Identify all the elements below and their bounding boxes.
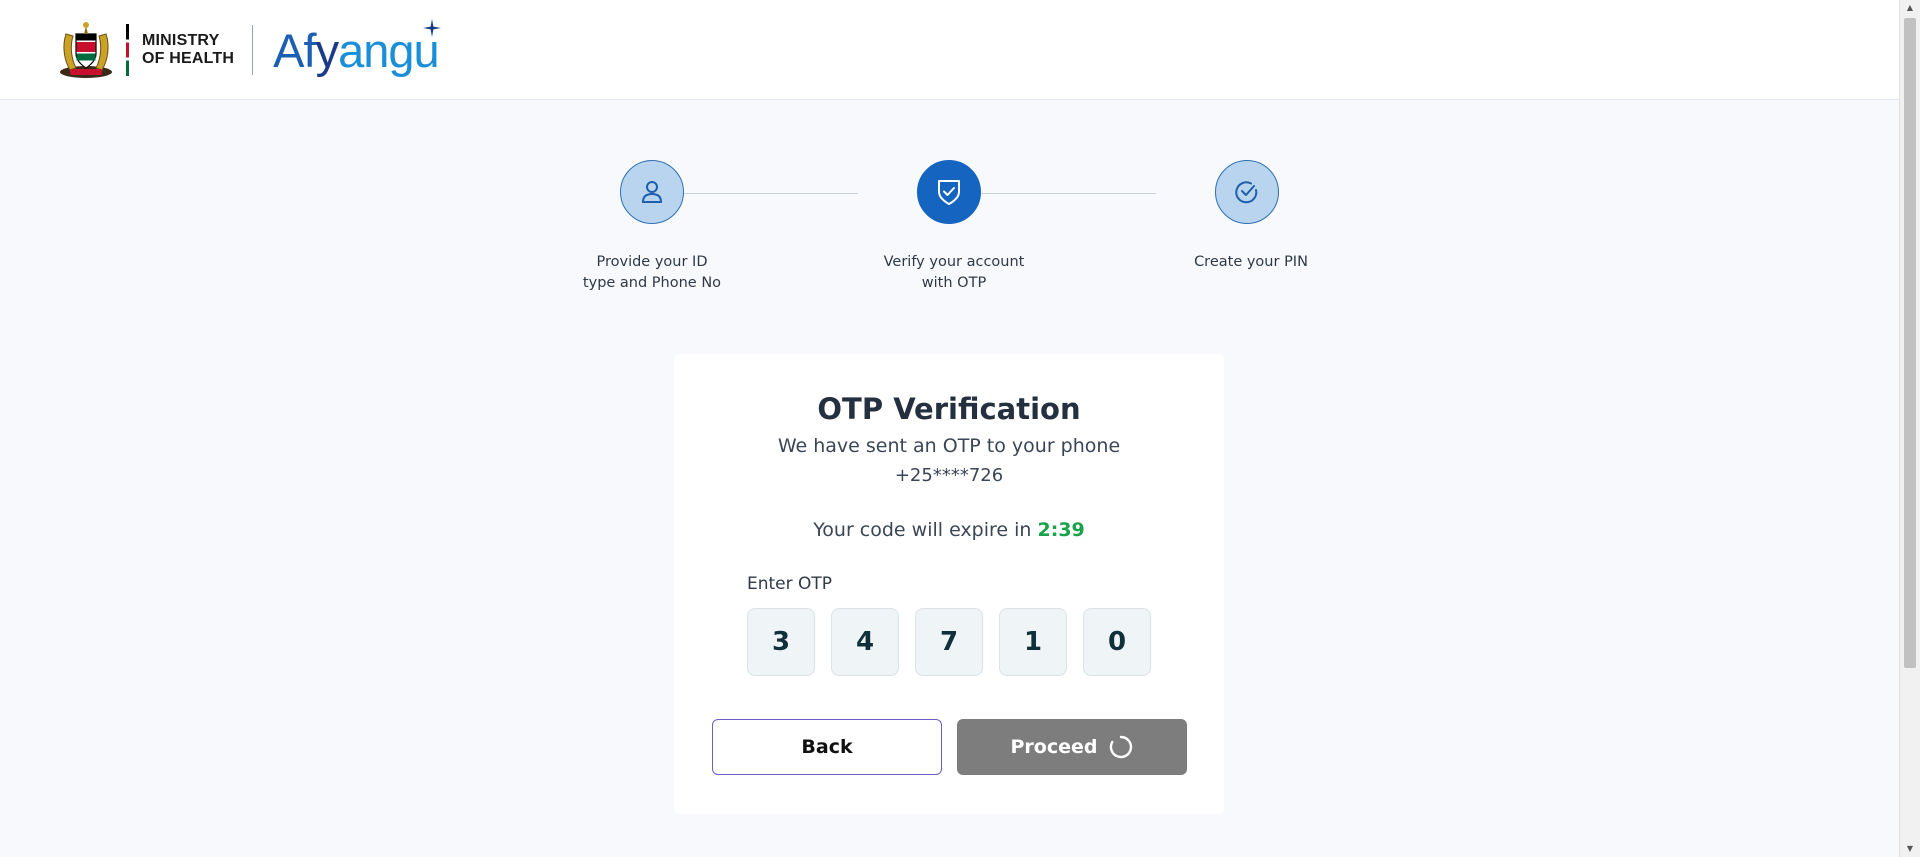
scrollbar-thumb[interactable]: [1904, 18, 1916, 668]
ministry-of-health-label: MINISTRY OF HEALTH: [142, 32, 235, 67]
kenya-flag-stripe: [126, 24, 129, 76]
step-connector: [954, 193, 1156, 194]
progress-stepper: Provide your ID type and Phone No Verify…: [560, 160, 1340, 300]
proceed-button[interactable]: Proceed: [957, 719, 1187, 775]
vertical-scrollbar[interactable]: ▲ ▼: [1899, 0, 1920, 857]
otp-digit-input[interactable]: 4: [831, 608, 899, 676]
step-2-label: Verify your account with OTP: [883, 254, 1025, 291]
back-button-label: Back: [801, 736, 853, 758]
step-1-label: Provide your ID type and Phone No: [582, 254, 722, 291]
logo-divider: [252, 25, 254, 75]
loading-spinner-icon: [1110, 735, 1133, 759]
shield-check-icon: [938, 180, 960, 205]
otp-verification-page: MINISTRY OF HEALTH Afyangu Provide your …: [0, 0, 1920, 857]
step-3-circle: [1215, 160, 1279, 224]
page-title: OTP Verification: [817, 392, 1081, 426]
step-2-circle: [917, 160, 981, 224]
countdown-timer: 2:39: [1037, 519, 1085, 541]
otp-digit-input[interactable]: 0: [1083, 608, 1151, 676]
back-button[interactable]: Back: [712, 719, 942, 775]
expiry-prefix: Your code will expire in: [813, 519, 1038, 541]
otp-input-group: 3 4 7 1 0: [747, 608, 1151, 676]
otp-digit-input[interactable]: 7: [915, 608, 983, 676]
check-circle-icon: [1235, 181, 1258, 204]
coat-of-arms-icon: [60, 22, 112, 78]
otp-digit-input[interactable]: 1: [999, 608, 1067, 676]
step-1-circle: [620, 160, 684, 224]
step-connector: [656, 193, 858, 194]
sparkle-icon: [422, 18, 441, 37]
otp-expiry-message: Your code will expire in 2:39: [674, 515, 1224, 545]
otp-field-label: Enter OTP: [747, 574, 833, 594]
top-header: MINISTRY OF HEALTH Afyangu: [0, 0, 1900, 100]
proceed-button-label: Proceed: [1010, 736, 1098, 758]
masked-phone-number: +25****726: [894, 465, 1004, 486]
step-3-label: Create your PIN: [1194, 254, 1308, 270]
scroll-down-arrow-icon[interactable]: ▼: [1900, 841, 1920, 857]
otp-digit-input[interactable]: 3: [747, 608, 815, 676]
otp-sent-message: We have sent an OTP to your phone: [777, 435, 1121, 457]
afyangu-logo: Afyangu: [273, 18, 441, 74]
otp-card: OTP Verification We have sent an OTP to …: [674, 354, 1224, 814]
scroll-up-arrow-icon[interactable]: ▲: [1900, 0, 1920, 16]
brand-logo-group[interactable]: MINISTRY OF HEALTH Afyangu: [58, 18, 441, 82]
user-icon: [641, 181, 663, 203]
